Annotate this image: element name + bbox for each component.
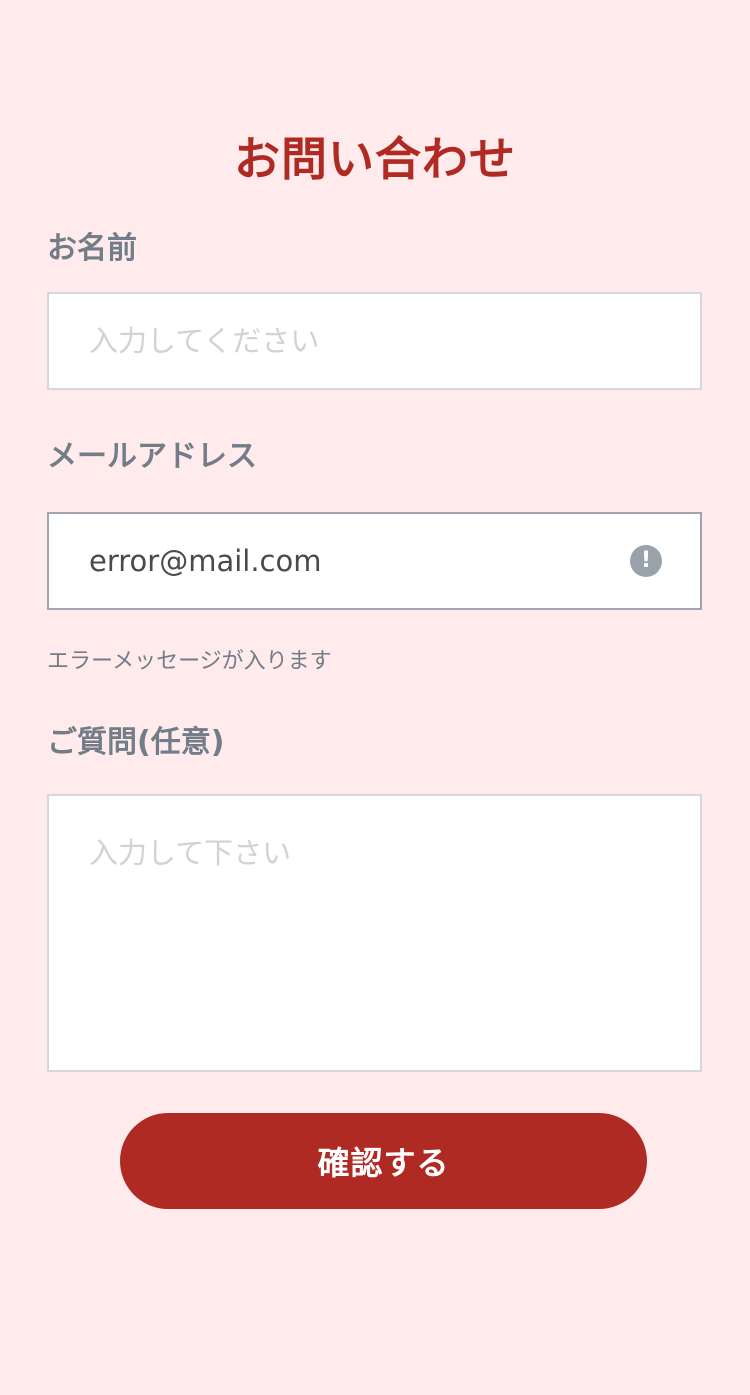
email-error-message: エラーメッセージが入ります (47, 649, 332, 674)
name-label: お名前 (47, 231, 137, 266)
question-textarea[interactable] (47, 794, 702, 1072)
page-title: お問い合わせ (234, 132, 516, 186)
exclamation-circle-icon: ! (630, 545, 662, 577)
email-input[interactable] (47, 512, 702, 610)
email-label: メールアドレス (47, 439, 257, 474)
question-label: ご質問(任意) (47, 725, 225, 760)
confirm-button[interactable]: 確認する (120, 1113, 647, 1209)
name-input[interactable] (47, 292, 702, 390)
